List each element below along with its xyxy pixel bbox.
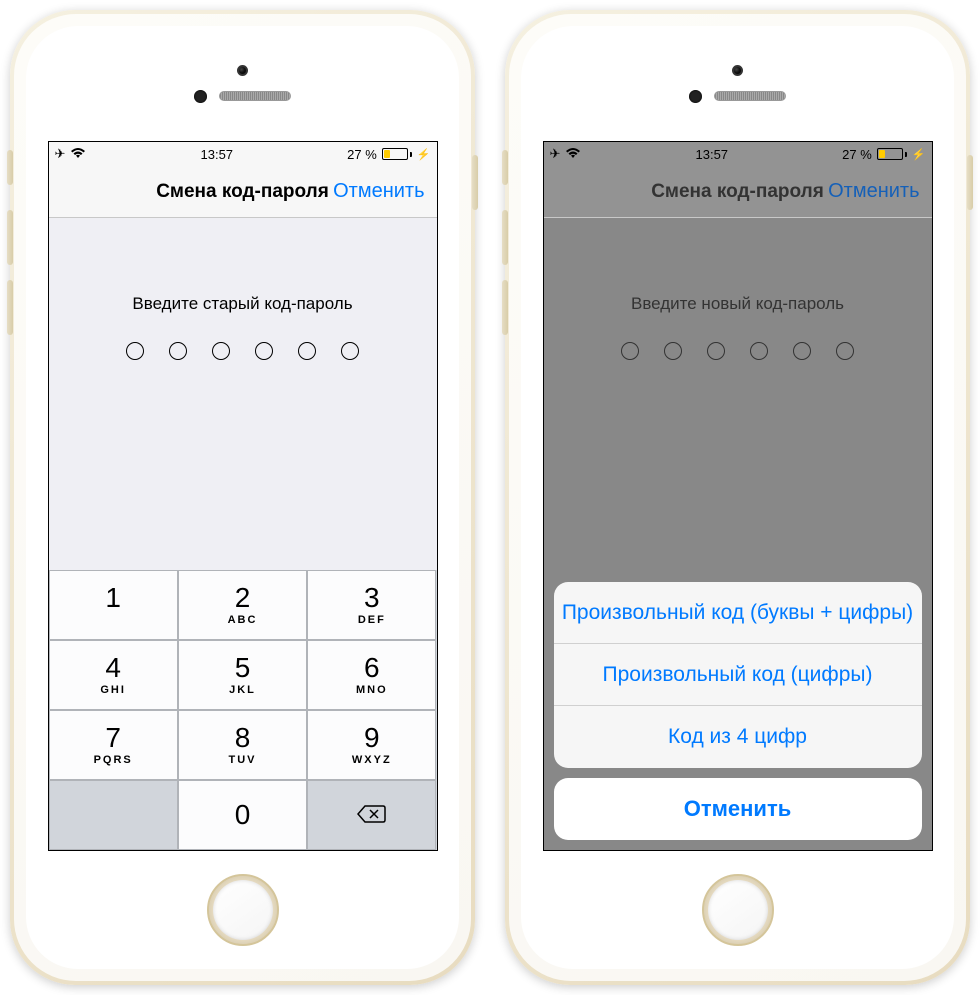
wifi-icon [565, 147, 581, 162]
action-sheet-options: Произвольный код (буквы + цифры) Произво… [554, 582, 922, 768]
passcode-dot [621, 342, 639, 360]
battery-icon [382, 148, 412, 160]
backspace-icon [357, 800, 387, 831]
option-alphanumeric-code[interactable]: Произвольный код (буквы + цифры) [554, 582, 922, 644]
passcode-dot [750, 342, 768, 360]
device-top-bezel [26, 26, 459, 141]
passcode-body: Введите новый код-пароль Произвольный ко… [544, 218, 932, 850]
key-4[interactable]: 4GHI [49, 640, 178, 710]
key-7[interactable]: 7PQRS [49, 710, 178, 780]
status-time: 13:57 [696, 147, 729, 162]
iphone-device-right: ✈ 13:57 27 % ⚡ [505, 10, 970, 985]
passcode-prompt: Введите новый код-пароль [631, 294, 844, 314]
home-button-area [26, 851, 459, 969]
airplane-mode-icon: ✈ [55, 146, 66, 162]
key-0[interactable]: 0 [178, 780, 307, 850]
status-time: 13:57 [201, 147, 234, 162]
key-2[interactable]: 2ABC [178, 570, 307, 640]
passcode-dot [793, 342, 811, 360]
device-top-bezel [521, 26, 954, 141]
key-6[interactable]: 6MNO [307, 640, 436, 710]
passcode-dot [255, 342, 273, 360]
action-sheet-cancel-button[interactable]: Отменить [554, 778, 922, 840]
key-3[interactable]: 3DEF [307, 570, 436, 640]
passcode-dot [212, 342, 230, 360]
passcode-dot [169, 342, 187, 360]
earpiece-speaker [714, 91, 786, 101]
home-button-area [521, 851, 954, 969]
front-camera [732, 65, 743, 76]
proximity-sensor [194, 90, 207, 103]
power-button [472, 155, 478, 210]
passcode-dot [664, 342, 682, 360]
key-8[interactable]: 8TUV [178, 710, 307, 780]
volume-up-button [502, 210, 508, 265]
screen-right: ✈ 13:57 27 % ⚡ [543, 141, 933, 851]
passcode-dot [298, 342, 316, 360]
nav-title: Смена код-пароля [651, 181, 824, 203]
status-bar: ✈ 13:57 27 % ⚡ [544, 142, 932, 166]
passcode-dot [707, 342, 725, 360]
key-backspace[interactable] [307, 780, 436, 850]
iphone-device-left: ✈ 13:57 27 % ⚡ [10, 10, 475, 985]
power-button [967, 155, 973, 210]
volume-down-button [7, 280, 13, 335]
battery-percent: 27 % [842, 147, 872, 162]
passcode-dot [341, 342, 359, 360]
nav-bar: Смена код-пароля Отменить [49, 166, 437, 218]
screen-left: ✈ 13:57 27 % ⚡ [48, 141, 438, 851]
action-sheet: Произвольный код (буквы + цифры) Произво… [554, 582, 922, 840]
nav-title: Смена код-пароля [156, 181, 329, 203]
charging-icon: ⚡ [912, 148, 926, 161]
status-bar: ✈ 13:57 27 % ⚡ [49, 142, 437, 166]
volume-down-button [502, 280, 508, 335]
passcode-dots [621, 342, 854, 360]
passcode-dot [836, 342, 854, 360]
nav-cancel-button[interactable]: Отменить [828, 180, 919, 203]
passcode-prompt: Введите старый код-пароль [132, 294, 352, 314]
home-button[interactable] [702, 874, 774, 946]
mute-switch [502, 150, 508, 185]
front-camera [237, 65, 248, 76]
battery-percent: 27 % [347, 147, 377, 162]
airplane-mode-icon: ✈ [550, 146, 561, 162]
passcode-dot [126, 342, 144, 360]
mute-switch [7, 150, 13, 185]
key-9[interactable]: 9WXYZ [307, 710, 436, 780]
passcode-body: Введите старый код-пароль 1 2ABC [49, 218, 437, 850]
key-1[interactable]: 1 [49, 570, 178, 640]
volume-up-button [7, 210, 13, 265]
option-4digit-code[interactable]: Код из 4 цифр [554, 706, 922, 768]
battery-icon [877, 148, 907, 160]
passcode-dots [126, 342, 359, 360]
key-blank [49, 780, 178, 850]
proximity-sensor [689, 90, 702, 103]
home-button[interactable] [207, 874, 279, 946]
wifi-icon [70, 147, 86, 162]
charging-icon: ⚡ [417, 148, 431, 161]
nav-cancel-button[interactable]: Отменить [333, 180, 424, 203]
nav-bar: Смена код-пароля Отменить [544, 166, 932, 218]
earpiece-speaker [219, 91, 291, 101]
option-numeric-code[interactable]: Произвольный код (цифры) [554, 644, 922, 706]
numeric-keypad: 1 2ABC 3DEF 4GHI 5JKL 6MNO 7PQRS 8TUV [49, 570, 437, 850]
key-5[interactable]: 5JKL [178, 640, 307, 710]
